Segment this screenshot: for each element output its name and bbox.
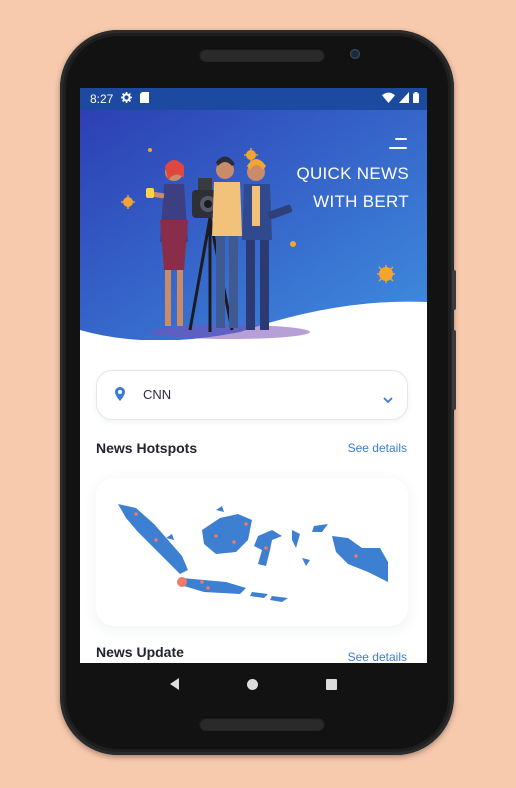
hotspots-see-details-link[interactable]: See details xyxy=(348,441,407,455)
back-icon[interactable] xyxy=(170,678,179,690)
chevron-down-icon xyxy=(383,391,393,409)
hero-banner: QUICK NEWS WITH BERT xyxy=(80,110,427,340)
status-bar: 8:27 xyxy=(80,88,427,110)
sd-card-icon xyxy=(140,92,150,106)
home-icon[interactable] xyxy=(247,678,258,690)
location-pin-icon xyxy=(115,387,125,406)
news-update-title: News Update xyxy=(96,644,184,660)
volume-button xyxy=(452,330,456,410)
android-nav-bar xyxy=(80,663,427,705)
bottom-speaker xyxy=(199,717,325,731)
hero-title-line1: QUICK NEWS xyxy=(296,164,409,183)
wifi-icon xyxy=(382,92,395,106)
hero-title-line2: WITH BERT xyxy=(313,192,409,211)
recent-apps-icon[interactable] xyxy=(326,678,337,690)
hotspot-map-card[interactable] xyxy=(96,478,408,626)
gear-icon xyxy=(121,92,133,106)
front-camera xyxy=(350,49,360,59)
news-hotspots-title: News Hotspots xyxy=(96,440,198,456)
power-button xyxy=(452,270,456,310)
status-right xyxy=(382,92,419,106)
updates-see-details-link[interactable]: See details xyxy=(348,650,407,663)
menu-icon[interactable] xyxy=(389,138,407,152)
news-source-value: CNN xyxy=(143,387,172,402)
app-screen: 8:27 QUICK NEWS WITH BERT CNN News Hotsp… xyxy=(80,88,427,663)
signal-icon xyxy=(399,92,409,106)
news-source-dropdown[interactable]: CNN xyxy=(96,370,408,420)
battery-icon xyxy=(413,92,419,106)
indonesia-map xyxy=(118,504,388,602)
hero-illustration xyxy=(80,110,427,340)
status-time: 8:27 xyxy=(90,92,114,106)
top-speaker xyxy=(199,48,325,62)
hero-title: QUICK NEWS WITH BERT xyxy=(229,160,409,216)
